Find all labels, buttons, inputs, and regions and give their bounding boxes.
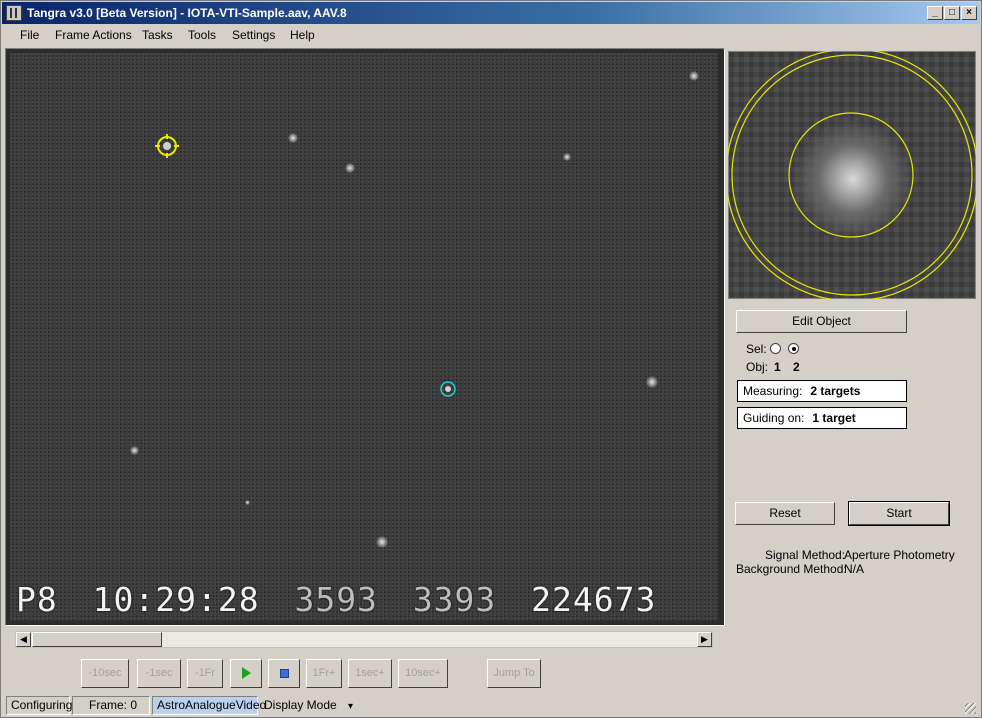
menu-frame-actions[interactable]: Frame Actions — [55, 28, 132, 42]
status-bar: Configuring Frame: 0 AstroAnalogueVideo … — [2, 695, 980, 717]
scroll-thumb[interactable] — [32, 632, 162, 647]
start-button[interactable]: Start — [848, 501, 950, 526]
stop-icon — [279, 668, 289, 678]
play-button[interactable] — [230, 659, 262, 688]
target-2-marker[interactable] — [438, 379, 458, 399]
background-method-value: N/A — [844, 562, 865, 576]
stop-button[interactable] — [268, 659, 300, 688]
guiding-box: Guiding on: 1 target — [737, 407, 907, 429]
display-mode-dropdown[interactable]: Display Mode ▾ — [259, 696, 353, 715]
display-mode-label: Display Mode — [264, 698, 337, 712]
star — [288, 133, 298, 143]
sel-label: Sel: — [746, 342, 767, 356]
guiding-value: 1 target — [812, 411, 856, 425]
select-object-1-radio[interactable] — [770, 343, 781, 354]
menu-file[interactable]: File — [20, 28, 39, 42]
menu-tools[interactable]: Tools — [188, 28, 216, 42]
star — [130, 446, 139, 455]
star — [376, 536, 388, 548]
video-time-inserter-overlay: P8 10:29:28 3593 3393 224673 — [16, 580, 670, 619]
chevron-down-icon: ▾ — [348, 701, 354, 712]
forward-10sec-button[interactable]: 10sec+ — [398, 659, 448, 688]
star — [245, 500, 250, 505]
obj-1-number: 1 — [774, 360, 781, 374]
scroll-left-arrow[interactable]: ◀ — [16, 632, 31, 647]
signal-method-label: Signal Method: — [765, 548, 846, 562]
jump-to-button[interactable]: Jump To — [487, 659, 541, 688]
tangra-app-icon[interactable] — [6, 5, 23, 21]
back-10sec-button[interactable]: -10sec — [81, 659, 129, 688]
background-method-label: Background Method: — [736, 562, 847, 576]
star — [689, 71, 699, 81]
scroll-right-arrow[interactable]: ▶ — [697, 632, 712, 647]
signal-method-value: Aperture Photometry — [844, 548, 955, 562]
edit-object-button[interactable]: Edit Object — [736, 310, 907, 333]
obj-label: Obj: — [746, 360, 769, 374]
select-object-2-radio[interactable] — [788, 343, 799, 354]
play-icon — [241, 667, 251, 680]
obj-2-number: 2 — [793, 360, 800, 374]
menu-bar: File Frame Actions Tasks Tools Settings … — [2, 25, 980, 45]
menu-tasks[interactable]: Tasks — [142, 28, 173, 42]
forward-1frame-button[interactable]: 1Fr+ — [306, 659, 342, 688]
resize-grip-icon[interactable] — [965, 703, 976, 714]
window-title: Tangra v3.0 [Beta Version] - IOTA-VTI-Sa… — [27, 6, 347, 20]
osd-field-2: 3393 — [412, 580, 497, 619]
back-1frame-button[interactable]: -1Fr — [187, 659, 223, 688]
star — [563, 153, 571, 161]
back-1sec-button[interactable]: -1sec — [137, 659, 181, 688]
measuring-box: Measuring: 2 targets — [737, 380, 907, 402]
minimize-button[interactable]: _ — [927, 6, 943, 20]
maximize-button[interactable]: □ — [944, 6, 960, 20]
forward-1sec-button[interactable]: 1sec+ — [348, 659, 392, 688]
measuring-label: Measuring: — [743, 384, 803, 398]
target-1-marker[interactable] — [154, 133, 180, 159]
reset-button[interactable]: Reset — [735, 502, 835, 525]
video-image[interactable]: P8 10:29:28 3593 3393 224673 — [10, 53, 718, 621]
title-bar[interactable]: Tangra v3.0 [Beta Version] - IOTA-VTI-Sa… — [2, 2, 980, 24]
star — [345, 163, 355, 173]
menu-settings[interactable]: Settings — [232, 28, 275, 42]
osd-field-1: 3593 — [294, 580, 378, 619]
status-state: Configuring — [6, 696, 72, 715]
status-video-type: AstroAnalogueVideo — [152, 696, 266, 715]
star — [646, 376, 658, 388]
guiding-label: Guiding on: — [743, 411, 805, 425]
osd-field-3: 224673 — [531, 580, 657, 619]
osd-time: 10:29:28 — [92, 580, 260, 619]
video-display[interactable]: P8 10:29:28 3593 3393 224673 — [5, 48, 725, 626]
aperture-rings — [728, 51, 976, 299]
close-button[interactable]: × — [961, 6, 977, 20]
status-frame: Frame: 0 — [72, 696, 150, 715]
app-window: Tangra v3.0 [Beta Version] - IOTA-VTI-Sa… — [0, 0, 982, 718]
measuring-value: 2 targets — [810, 384, 861, 398]
frame-scrollbar[interactable]: ◀ ▶ — [15, 631, 713, 648]
osd-prefix: P8 — [16, 580, 58, 619]
menu-help[interactable]: Help — [290, 28, 315, 42]
